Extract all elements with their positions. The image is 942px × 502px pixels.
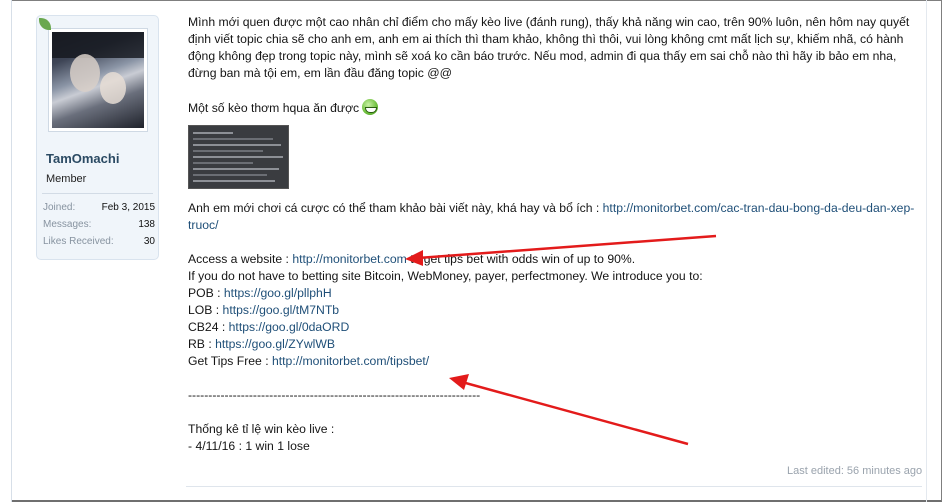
- red-arrow-1: [405, 234, 717, 266]
- annotation-arrows: [405, 234, 717, 446]
- red-arrow-2: [449, 374, 689, 446]
